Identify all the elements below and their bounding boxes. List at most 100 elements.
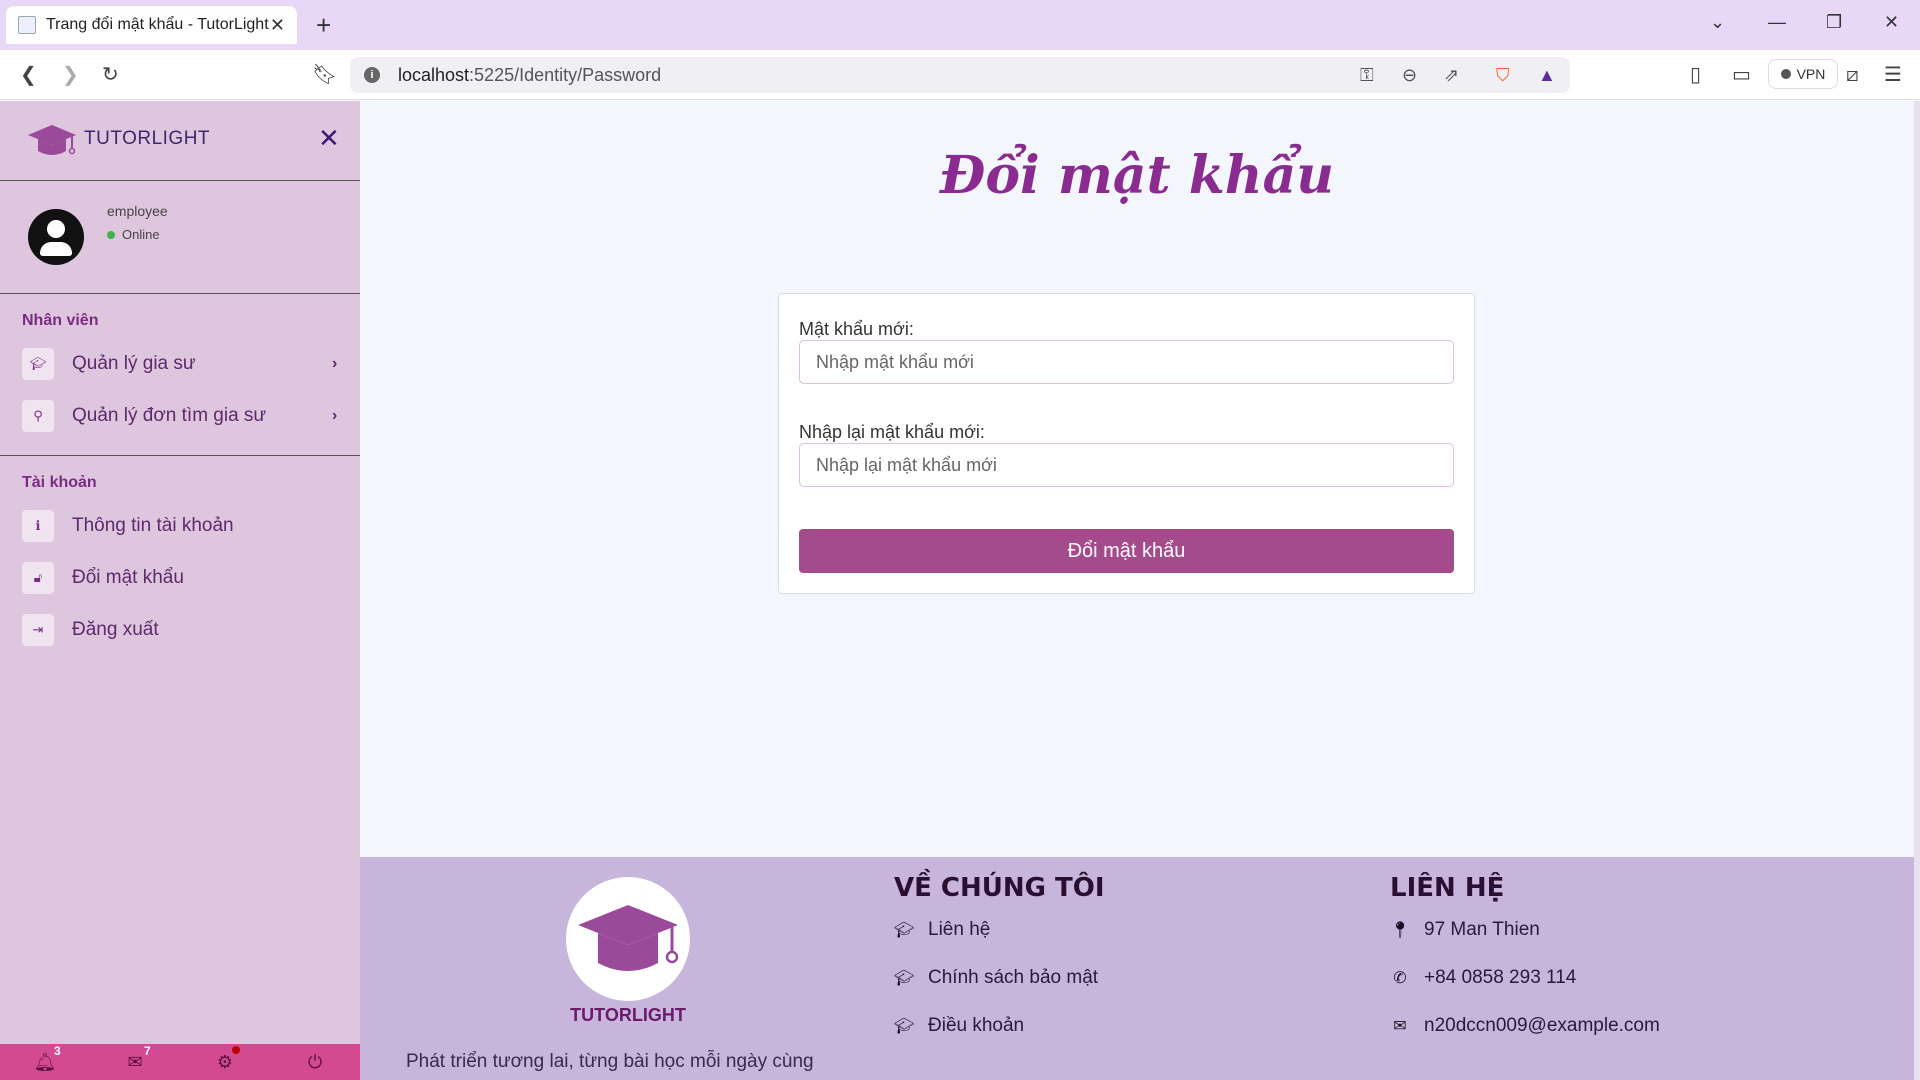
sidebar-item-account-info[interactable]: ℹ Thông tin tài khoản [0, 500, 360, 552]
confirm-password-label: Nhập lại mật khẩu mới: [799, 422, 985, 442]
footer-contact-title: LIÊN HỆ [1390, 873, 1505, 903]
new-password-input[interactable] [799, 340, 1454, 384]
sidebar-item-label: Đổi mật khẩu [72, 567, 184, 588]
url-host: localhost [398, 64, 470, 85]
messages-button[interactable]: ✉ 7 [90, 1044, 180, 1073]
avatar [28, 209, 84, 265]
brave-shields-icon[interactable]: ⛉ [1496, 65, 1510, 86]
graduation-cap-icon: 🎓︎ [894, 970, 915, 987]
user-status: Online [107, 227, 160, 242]
footer-about-title: VỀ CHÚNG TÔI [894, 873, 1105, 903]
new-tab-button[interactable]: + [316, 10, 331, 40]
minimize-icon[interactable]: — [1768, 12, 1786, 33]
tab-list-chevron-icon[interactable]: ⌄ [1710, 12, 1725, 33]
reload-icon[interactable]: ↻ [102, 62, 119, 88]
section-account: Tài khoản ℹ Thông tin tài khoản 🔓︎ Đổi m… [0, 456, 360, 656]
bell-icon: 🔔︎ [33, 1051, 57, 1072]
sidebar-brand: TUTORLIGHT [84, 128, 211, 149]
window-close-icon[interactable]: ✕ [1884, 12, 1899, 33]
sidebar-item-change-password[interactable]: 🔓︎ Đổi mật khẩu [0, 552, 360, 604]
power-button[interactable]: ⏻ [270, 1052, 360, 1073]
url-path: :5225/Identity/Password [469, 64, 662, 85]
sidebar: TUTORLIGHT ✕ employee Online Nhân viên 🎓… [0, 101, 360, 1080]
address-bar[interactable]: i localhost:5225/Identity/Password ⚿ ⊖ ⇗… [350, 57, 1570, 93]
footer-address-text: 97 Man Thien [1424, 919, 1540, 940]
footer-email[interactable]: ✉ n20dccn009@example.com [1390, 1015, 1660, 1037]
page-scrollbar[interactable] [1914, 101, 1920, 1080]
graduation-cap-icon: 🎓︎ [894, 1018, 915, 1035]
sidebar-item-manage-tutors[interactable]: 🎓︎ Quản lý gia sư › [0, 338, 360, 390]
site-info-icon[interactable]: i [364, 67, 380, 83]
footer-phone[interactable]: ✆ +84 0858 293 114 [1390, 967, 1576, 989]
main-content: Đổi mật khẩu Mật khẩu mới: Nhập lại mật … [360, 101, 1914, 857]
search-icon: ⚲ [22, 400, 54, 432]
sidebar-item-logout[interactable]: ⇥ Đăng xuất [0, 604, 360, 656]
menu-icon[interactable]: ☰ [1884, 62, 1902, 88]
sign-out-icon: ⇥ [22, 614, 54, 646]
footer-link-privacy[interactable]: 🎓︎ Chính sách bảo mật [894, 967, 1098, 989]
chevron-right-icon: › [332, 407, 338, 424]
user-panel: employee Online [0, 181, 360, 294]
footer: TUTORLIGHT Phát triển tương lai, từng bà… [360, 857, 1914, 1080]
envelope-icon: ✉ [127, 1051, 143, 1072]
footer-address: 📍︎ 97 Man Thien [1390, 919, 1540, 941]
vpn-label: VPN [1796, 66, 1826, 82]
footer-link-contact[interactable]: 🎓︎ Liên hệ [894, 919, 990, 941]
footer-link-terms[interactable]: 🎓︎ Điều khoản [894, 1015, 1024, 1037]
page-favicon-icon [18, 16, 36, 34]
envelope-icon: ✉ [1393, 1018, 1407, 1035]
tab-title: Trang đổi mật khẩu - TutorLight [46, 16, 269, 33]
leo-ai-icon[interactable]: ⧄ [1846, 62, 1859, 88]
wallet-icon[interactable]: ▭ [1732, 62, 1751, 88]
notifications-button[interactable]: 🔔︎ 3 [0, 1044, 90, 1073]
settings-alert-dot-icon [232, 1045, 240, 1054]
restore-icon[interactable]: ❐ [1826, 12, 1842, 33]
phone-icon: ✆ [1393, 970, 1407, 987]
sidebar-item-manage-requests[interactable]: ⚲ Quản lý đơn tìm gia sư › [0, 390, 360, 442]
graduation-cap-logo-icon [28, 125, 76, 155]
forward-icon[interactable]: ❯ [62, 62, 79, 88]
back-icon[interactable]: ❮ [20, 62, 37, 88]
sidebar-header: TUTORLIGHT ✕ [0, 101, 360, 181]
notifications-count: 3 [54, 1043, 61, 1058]
sidebar-bottom-bar: 🔔︎ 3 ✉ 7 ⚙ ⏻ [0, 1044, 360, 1080]
section-title-employee: Nhân viên [22, 312, 99, 329]
sidebar-item-label: Quản lý đơn tìm gia sư [72, 405, 267, 426]
close-sidebar-icon[interactable]: ✕ [318, 123, 340, 154]
new-password-label: Mật khẩu mới: [799, 319, 914, 339]
change-password-form: Mật khẩu mới: Nhập lại mật khẩu mới: Đổi… [778, 293, 1475, 594]
change-password-button[interactable]: Đổi mật khẩu [799, 529, 1454, 573]
share-icon[interactable]: ⇗ [1444, 65, 1459, 86]
settings-button[interactable]: ⚙ [180, 1045, 270, 1073]
bookmark-icon[interactable]: 🔖︎ [312, 62, 337, 88]
confirm-password-input[interactable] [799, 443, 1454, 487]
vpn-button[interactable]: VPN [1768, 59, 1838, 89]
url-text[interactable]: localhost:5225/Identity/Password [398, 65, 661, 86]
browser-tabbar: Trang đổi mật khẩu - TutorLight ✕ + ⌄ — … [0, 0, 1920, 50]
info-icon: ℹ [22, 510, 54, 542]
chevron-right-icon: › [332, 355, 338, 372]
footer-phone-text: +84 0858 293 114 [1424, 967, 1577, 988]
brave-rewards-icon[interactable]: ▲ [1538, 65, 1556, 86]
browser-tab[interactable]: Trang đổi mật khẩu - TutorLight ✕ [6, 6, 297, 44]
user-name: employee [107, 203, 168, 219]
footer-link-label: Điều khoản [928, 1015, 1025, 1036]
footer-link-label: Liên hệ [928, 919, 991, 940]
map-marker-icon: 📍︎ [1390, 922, 1411, 939]
sidebar-item-label: Quản lý gia sư [72, 353, 196, 374]
power-icon: ⏻ [307, 1051, 323, 1072]
zoom-icon[interactable]: ⊖ [1402, 65, 1417, 86]
footer-tagline: Phát triển tương lai, từng bài học mỗi n… [406, 1051, 814, 1072]
messages-count: 7 [144, 1043, 151, 1058]
footer-email-text: n20dccn009@example.com [1424, 1015, 1660, 1036]
sidebar-toggle-icon[interactable]: ▯ [1690, 62, 1701, 88]
sidebar-item-label: Đăng xuất [72, 619, 159, 640]
page-title: Đổi mật khẩu [939, 145, 1335, 206]
graduation-cap-icon: 🎓︎ [22, 348, 54, 380]
unlock-icon: 🔓︎ [22, 562, 54, 594]
close-tab-icon[interactable]: ✕ [270, 15, 285, 36]
online-dot-icon [107, 230, 115, 239]
footer-link-label: Chính sách bảo mật [928, 967, 1099, 988]
password-key-icon[interactable]: ⚿ [1360, 65, 1374, 86]
footer-brand: TUTORLIGHT [570, 1005, 686, 1025]
